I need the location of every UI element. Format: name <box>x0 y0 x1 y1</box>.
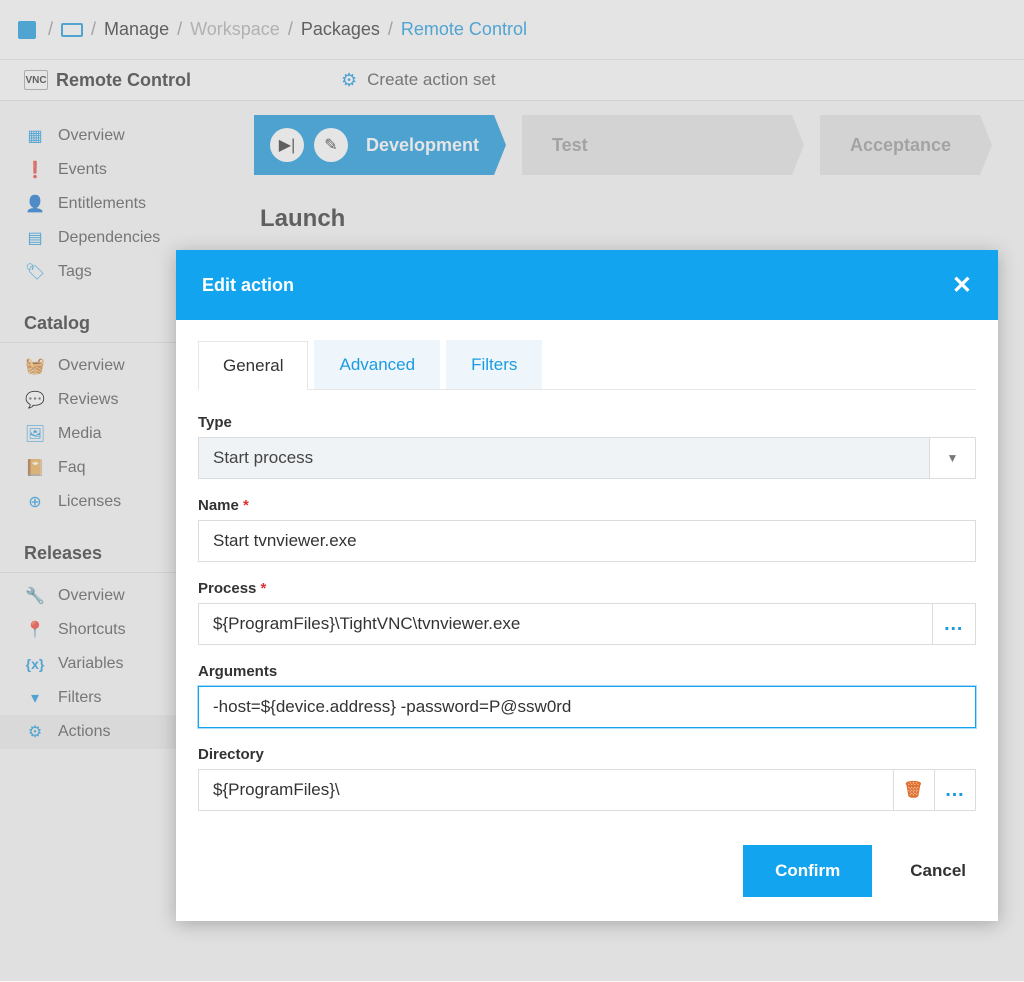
type-select[interactable]: Start process <box>198 437 930 479</box>
chevron-down-icon[interactable]: ▼ <box>930 437 976 479</box>
arguments-input[interactable] <box>198 686 976 728</box>
type-label: Type <box>198 414 976 431</box>
tab-general[interactable]: General <box>198 341 308 390</box>
tab-advanced[interactable]: Advanced <box>314 340 440 389</box>
directory-label: Directory <box>198 746 976 763</box>
cancel-button[interactable]: Cancel <box>900 845 976 897</box>
browse-directory-button[interactable]: … <box>935 769 976 811</box>
process-label: Process * <box>198 580 976 597</box>
edit-action-modal: Edit action ✕ General Advanced Filters T… <box>176 250 998 921</box>
tab-filters[interactable]: Filters <box>446 340 542 389</box>
name-input[interactable] <box>198 520 976 562</box>
modal-footer: Confirm Cancel <box>198 829 976 897</box>
modal-tabs: General Advanced Filters <box>198 340 976 390</box>
close-icon[interactable]: ✕ <box>952 271 972 300</box>
directory-input[interactable] <box>198 769 894 811</box>
arguments-label: Arguments <box>198 663 976 680</box>
name-label: Name * <box>198 497 976 514</box>
process-input[interactable] <box>198 603 933 645</box>
confirm-button[interactable]: Confirm <box>743 845 872 897</box>
modal-title: Edit action <box>202 275 294 296</box>
browse-process-button[interactable]: … <box>933 603 976 645</box>
clear-directory-button[interactable]: 🗑 <box>894 769 935 811</box>
modal-header: Edit action ✕ <box>176 250 998 320</box>
